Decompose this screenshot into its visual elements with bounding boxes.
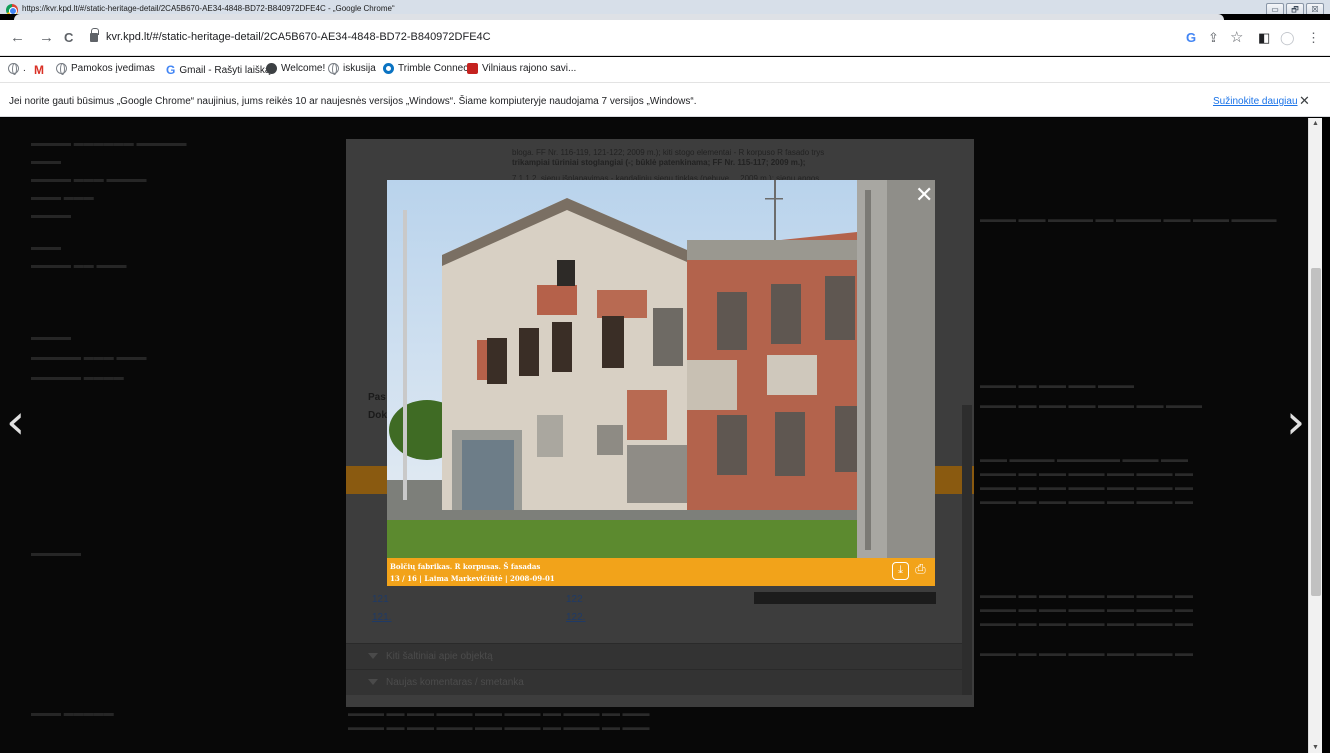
bookmark-welcome[interactable]: Welcome!	[266, 63, 325, 74]
globe-icon	[56, 63, 67, 75]
content-ghost-9: ▬▬▬▬ ▬▬ ▬▬▬ ▬▬▬▬ ▬▬▬ ▬▬▬▬ ▬▬	[980, 604, 1194, 614]
gmail-icon: M	[34, 63, 44, 77]
accordion-new-comment[interactable]: Naujas komentaras / smetanka	[346, 669, 962, 695]
forward-icon[interactable]: →	[39, 30, 54, 46]
sidebar-ghost-9: ▬▬▬▬▬ ▬▬▬ ▬▬▬	[31, 352, 147, 363]
print-icon[interactable]: ⎙	[912, 562, 929, 580]
browser-toolbar: ← → C kvr.kpd.lt/#/static-heritage-detai…	[0, 20, 1330, 56]
sidebar-ghost-6: ▬▬▬	[31, 242, 61, 253]
sidebar-ghost-11: ▬▬▬▬▬	[31, 548, 81, 559]
bookmark-vilniaus[interactable]: Vilniaus rajono savi...	[467, 63, 576, 74]
back-icon[interactable]: ←	[10, 30, 25, 46]
lightbox-caption: Bolčių fabrikas. R korpusas. Š fasadas 1…	[387, 558, 935, 586]
caret-down-icon	[368, 653, 378, 659]
content-ghost-11: ▬▬▬▬ ▬▬ ▬▬▬ ▬▬▬▬ ▬▬▬ ▬▬▬▬ ▬▬	[980, 648, 1194, 658]
modal-text-line-1: bloga. FF Nr. 116-119, 121-122; 2009 m.)…	[512, 148, 825, 157]
infobar-message: Jei norite gauti būsimus „Google Chrome“…	[9, 96, 697, 107]
bookmark-gmail[interactable]: M	[34, 63, 48, 77]
caption-title: Bolčių fabrikas. R korpusas. Š fasadas	[390, 562, 541, 571]
thumbnail-placeholder	[754, 592, 936, 604]
bookmarks-bar: . M Pamokos įvedimas G Gmail - Rašyti lai…	[0, 57, 1330, 83]
sidebar-ghost-2: ▬▬▬	[31, 156, 61, 167]
side-panel-icon[interactable]: ◧	[1258, 30, 1270, 46]
globe-icon	[328, 63, 339, 75]
accordion-label: Kiti šaltiniai apie objektą	[386, 651, 493, 662]
content-ghost-2: ▬▬▬▬ ▬▬ ▬▬▬ ▬▬▬ ▬▬▬▬	[980, 380, 1135, 390]
google-lens-icon[interactable]: G	[1186, 30, 1196, 46]
content-ghost-6: ▬▬▬▬ ▬▬ ▬▬▬ ▬▬▬▬ ▬▬▬ ▬▬▬▬ ▬▬	[980, 482, 1194, 492]
scrollbar-thumb[interactable]	[1311, 268, 1321, 596]
scroll-down-icon[interactable]: ▼	[1312, 744, 1319, 751]
bookmark-star-icon[interactable]: ☆	[1230, 30, 1243, 46]
window-titlebar: https://kvr.kpd.lt/#/static-heritage-det…	[0, 0, 1330, 20]
sidebar-ghost-3: ▬▬▬▬ ▬▬▬ ▬▬▬▬	[31, 174, 147, 185]
accordion-label: Naujas komentaras / smetanka	[386, 677, 524, 688]
content-ghost-10: ▬▬▬▬ ▬▬ ▬▬▬ ▬▬▬▬ ▬▬▬ ▬▬▬▬ ▬▬	[980, 618, 1194, 628]
content-ghost-7: ▬▬▬▬ ▬▬ ▬▬▬ ▬▬▬▬ ▬▬▬ ▬▬▬▬ ▬▬	[980, 496, 1194, 506]
modal-body-text: bloga. FF Nr. 116-119, 121-122; 2009 m.)…	[512, 148, 952, 184]
caption-meta: 13 / 16 | Laima Markevičiūtė | 2008-09-0…	[390, 574, 555, 583]
infobar-close-icon[interactable]: ✕	[1299, 93, 1310, 109]
prev-image-arrow-icon[interactable]: ‹	[6, 398, 25, 446]
content-ghost-1: ▬▬▬▬ ▬▬▬ ▬▬▬▬▬ ▬▬ ▬▬▬▬▬ ▬▬▬ ▬▬▬▬ ▬▬▬▬▬	[980, 214, 1277, 224]
bookmark-pamokos[interactable]: Pamokos įvedimas	[56, 63, 155, 75]
next-image-arrow-icon[interactable]: ›	[1286, 398, 1305, 446]
profile-avatar-icon[interactable]: ◯	[1280, 30, 1295, 46]
image-lightbox: ✕ Bolčių fabrikas. R korpusas. Š fasadas…	[387, 180, 935, 586]
menu-kebab-icon[interactable]: ⋮	[1307, 30, 1320, 46]
sidebar-ghost-7: ▬▬▬▬ ▬▬ ▬▬▬	[31, 260, 127, 271]
content-ghost-3: ▬▬▬▬ ▬▬ ▬▬▬ ▬▬▬ ▬▬▬▬ ▬▬▬ ▬▬▬▬	[980, 400, 1203, 410]
bookmark-apps[interactable]: .	[8, 63, 26, 75]
address-bar[interactable]: kvr.kpd.lt/#/static-heritage-detail/2CA5…	[88, 27, 1168, 49]
bookmark-gmail-compose[interactable]: G Gmail - Rašyti laišką	[166, 63, 270, 77]
trimble-icon	[383, 63, 394, 74]
content-ghost-4: ▬▬▬ ▬▬▬▬▬ ▬▬▬▬▬▬▬ ▬▬▬▬ ▬▬▬	[980, 454, 1189, 464]
sidebar-ghost-4: ▬▬▬ ▬▬▬	[31, 192, 94, 203]
content-ghost-8: ▬▬▬▬ ▬▬ ▬▬▬ ▬▬▬▬ ▬▬▬ ▬▬▬▬ ▬▬	[980, 590, 1194, 600]
content-ghost-12: ▬▬▬▬ ▬▬ ▬▬▬ ▬▬▬▬ ▬▬▬ ▬▬▬▬ ▬▬ ▬▬▬▬ ▬▬ ▬▬▬	[348, 708, 650, 718]
building-photo	[387, 180, 935, 558]
sidebar-ghost-5: ▬▬▬▬	[31, 210, 71, 221]
scroll-up-icon[interactable]: ▲	[1312, 120, 1319, 127]
bookmark-trimble[interactable]: Trimble Connect	[383, 63, 471, 74]
lightbox-close-icon[interactable]: ✕	[915, 184, 933, 206]
share-icon[interactable]: ⇪	[1208, 30, 1219, 46]
thumbnail-121[interactable]: 121	[372, 594, 389, 605]
url-text[interactable]: kvr.kpd.lt/#/static-heritage-detail/2CA5…	[106, 31, 491, 43]
modal-label-dok: Dok	[368, 410, 387, 421]
welcome-icon	[266, 63, 277, 74]
lock-icon[interactable]	[90, 28, 99, 42]
learn-more-link[interactable]: Sužinokite daugiau	[1213, 96, 1298, 107]
sidebar-ghost-8: ▬▬▬▬	[31, 332, 71, 343]
sidebar-ghost-1: ▬▬▬▬ ▬▬▬▬▬▬ ▬▬▬▬▬	[31, 138, 187, 149]
modal-label-pas: Pas	[368, 392, 386, 403]
bookmark-iskusija[interactable]: iskusija	[328, 63, 376, 75]
content-ghost-13: ▬▬▬▬ ▬▬ ▬▬▬ ▬▬▬▬ ▬▬▬ ▬▬▬▬ ▬▬ ▬▬▬▬ ▬▬ ▬▬▬	[348, 722, 650, 732]
download-icon[interactable]: ⤓	[892, 562, 909, 580]
sidebar-ghost-10: ▬▬▬▬▬ ▬▬▬▬	[31, 372, 124, 383]
thumbnail-label-122[interactable]: 122.	[566, 612, 585, 623]
google-icon: G	[166, 63, 176, 77]
thumbnail-122[interactable]: 122	[566, 594, 583, 605]
accordion-other-sources[interactable]: Kiti šaltiniai apie objektą	[346, 643, 962, 669]
sidebar-ghost-12: ▬▬▬ ▬▬▬▬▬	[31, 708, 114, 719]
modal-scrollbar[interactable]	[962, 405, 972, 695]
content-ghost-5: ▬▬▬▬ ▬▬ ▬▬▬ ▬▬▬▬ ▬▬▬ ▬▬▬▬ ▬▬	[980, 468, 1194, 478]
globe-icon	[8, 63, 19, 75]
municipality-icon	[467, 63, 478, 74]
window-title: https://kvr.kpd.lt/#/static-heritage-det…	[22, 4, 395, 13]
reload-icon[interactable]: C	[64, 30, 73, 46]
update-infobar: Jei norite gauti būsimus „Google Chrome“…	[0, 83, 1330, 117]
caret-down-icon	[368, 679, 378, 685]
page-scrollbar[interactable]: ▲ ▼	[1308, 118, 1322, 753]
modal-text-line-2: trikampiai türiniai stoglangiai (-; būkl…	[512, 158, 806, 167]
thumbnail-label-121[interactable]: 121.	[372, 612, 391, 623]
